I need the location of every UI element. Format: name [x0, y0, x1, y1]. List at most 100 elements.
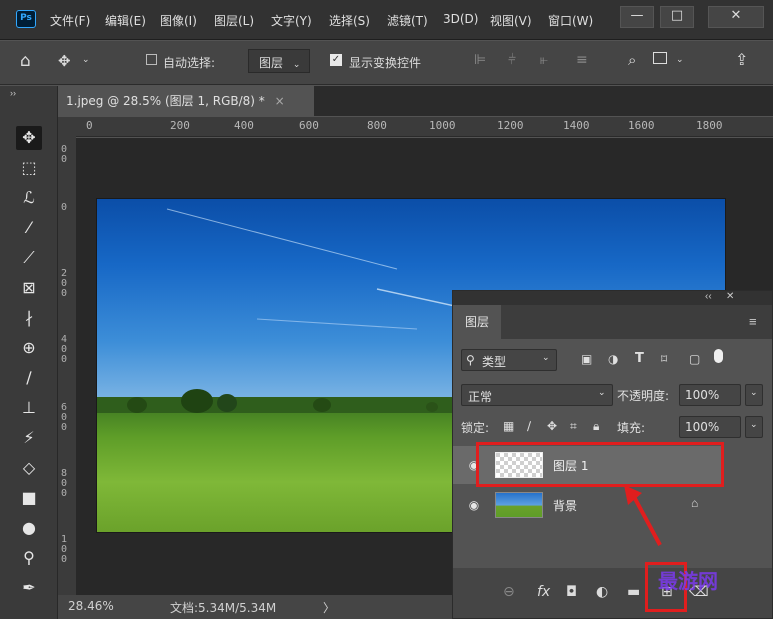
filter-type-icon[interactable]: T [635, 351, 644, 366]
layer-row-layer-1[interactable]: ◉ 图层 1 [453, 446, 723, 484]
show-transform-label: 显示变换控件 [349, 56, 422, 70]
document-tab[interactable]: 1.jpeg @ 28.5% (图层 1, RGB/8) * × [58, 86, 314, 116]
frame-tool-icon[interactable]: ⊠ [16, 276, 42, 300]
document-size: 文档:5.34M/5.34M [170, 601, 277, 615]
vertical-ruler[interactable]: 0 0 0 2 0 0 4 0 0 6 0 0 8 0 0 1 0 0 [58, 137, 76, 595]
blend-mode-dropdown[interactable]: 正常 ⌄ [461, 384, 613, 406]
ruler-label: 1800 [696, 119, 723, 132]
filter-adjustment-icon[interactable]: ◑ [608, 352, 618, 366]
chevron-down-icon: ⌄ [750, 420, 758, 430]
menu-layer[interactable]: 图层(L) [214, 12, 254, 29]
lock-label: 锁定: [461, 421, 490, 435]
ruler-label: 200 [170, 119, 190, 132]
layer-row-background[interactable]: ◉ 背景 ⌂ [453, 486, 723, 524]
align-right-icon[interactable]: ⫦ [540, 52, 548, 68]
crop-tool-icon[interactable]: ⟋ [16, 246, 42, 270]
marquee-tool-icon[interactable]: ⬚ [16, 156, 42, 180]
lock-artboard-icon[interactable]: ⌗ [570, 419, 577, 434]
align-left-icon[interactable]: ⊫ [474, 52, 486, 68]
filter-pixel-icon[interactable]: ▣ [581, 352, 592, 366]
menu-view[interactable]: 视图(V) [490, 12, 532, 29]
align-center-icon[interactable]: ⫩ [508, 52, 516, 68]
ruler-label: 2 0 0 [61, 268, 68, 299]
tool-preset-chevron-icon[interactable]: ⌄ [82, 55, 90, 65]
auto-select-target-dropdown[interactable]: 图层 ⌄ [248, 49, 310, 73]
blend-mode-value: 正常 [468, 390, 493, 404]
lasso-tool-icon[interactable]: ℒ [16, 186, 42, 210]
history-brush-icon[interactable]: ⚡ [16, 426, 42, 450]
close-panel-icon[interactable]: ✕ [726, 291, 734, 302]
panel-menu-icon[interactable]: ≡ [749, 314, 757, 329]
add-mask-icon[interactable]: ◘ [566, 584, 577, 600]
share-icon[interactable]: ⇪ [735, 50, 748, 69]
brush-tool-icon[interactable]: ∕ [16, 366, 42, 390]
fill-input[interactable]: 100% [679, 416, 741, 438]
workspace-icon[interactable] [653, 52, 667, 64]
opacity-input[interactable]: 100% [679, 384, 741, 406]
search-icon[interactable]: ⌕ [628, 51, 636, 69]
auto-select-checkbox[interactable] [146, 54, 157, 65]
fill-slider-toggle[interactable]: ⌄ [745, 416, 763, 438]
layer-filter-dropdown[interactable]: ⚲ 类型 ⌄ [461, 349, 557, 371]
lock-all-icon[interactable]: 🔒︎ [593, 419, 599, 434]
tab-layers[interactable]: 图层 [453, 305, 501, 339]
menu-3d[interactable]: 3D(D) [443, 12, 478, 26]
opacity-slider-toggle[interactable]: ⌄ [745, 384, 763, 406]
visibility-eye-icon[interactable]: ◉ [467, 498, 481, 512]
layer-style-fx-icon[interactable]: fx [537, 584, 550, 600]
menu-select[interactable]: 选择(S) [329, 12, 370, 29]
ruler-origin[interactable] [58, 117, 76, 137]
move-tool-icon[interactable]: ✥ [16, 126, 42, 150]
chevron-down-icon: ⌄ [598, 388, 606, 398]
distribute-icon[interactable]: ≡ [576, 52, 588, 68]
filter-shape-icon[interactable]: ⌑ [661, 352, 667, 366]
lock-image-icon[interactable]: ∕ [527, 419, 531, 433]
home-icon[interactable]: ⌂ [20, 51, 31, 71]
filter-smart-object-icon[interactable]: ▢ [689, 352, 700, 366]
expand-toolbar-icon[interactable]: ›› [10, 88, 16, 98]
ruler-label: 0 [86, 119, 93, 132]
lock-transparent-icon[interactable]: ▦ [503, 419, 514, 433]
healing-tool-icon[interactable]: ⊕ [16, 336, 42, 360]
opacity-label: 不透明度: [617, 389, 670, 403]
photoshop-logo[interactable]: Ps [16, 10, 36, 28]
eraser-tool-icon[interactable]: ◇ [16, 456, 42, 480]
blur-tool-icon[interactable]: ● [16, 516, 42, 540]
opacity-value: 100% [685, 388, 720, 402]
dodge-tool-icon[interactable]: ⚲ [16, 546, 42, 570]
workspace-chevron-icon[interactable]: ⌄ [676, 55, 684, 65]
ruler-label: 800 [367, 119, 387, 132]
lock-position-icon[interactable]: ✥ [547, 419, 557, 433]
close-tab-icon[interactable]: × [275, 94, 285, 108]
menu-type[interactable]: 文字(Y) [271, 12, 312, 29]
pen-tool-icon[interactable]: ✒ [16, 576, 42, 600]
move-tool-icon[interactable]: ✥ [58, 52, 71, 70]
close-window-button[interactable]: ✕ [708, 6, 764, 28]
menu-window[interactable]: 窗口(W) [548, 12, 593, 29]
eyedropper-tool-icon[interactable]: ∤ [16, 306, 42, 330]
gradient-tool-icon[interactable]: ■ [16, 486, 42, 510]
zoom-level[interactable]: 28.46% [68, 599, 114, 613]
quick-select-tool-icon[interactable]: ⁄ [16, 216, 42, 240]
group-folder-icon[interactable]: ▬ [627, 584, 640, 600]
filter-toggle-switch[interactable] [714, 349, 723, 363]
layer-thumbnail [495, 452, 543, 478]
status-menu-arrow[interactable]: 〉 [323, 599, 335, 616]
menu-file[interactable]: 文件(F) [50, 12, 90, 29]
adjustment-layer-icon[interactable]: ◐ [596, 584, 608, 600]
document-tab-title: 1.jpeg @ 28.5% (图层 1, RGB/8) * [66, 94, 265, 108]
link-layers-icon[interactable]: ⊖ [503, 584, 515, 600]
collapse-panel-icon[interactable]: ‹‹ [705, 291, 712, 302]
horizontal-ruler[interactable]: 0 200 400 600 800 1000 1200 1400 1600 18… [76, 117, 773, 137]
show-transform-checkbox[interactable]: ✓ [330, 54, 342, 66]
layers-panel: ‹‹ ✕ 图层 ≡ ⚲ 类型 ⌄ ▣ ◑ T ⌑ ▢ 正常 ⌄ 不透明度: 10… [452, 290, 773, 619]
ruler-label: 6 0 0 [61, 402, 68, 433]
maximize-button[interactable]: □ [660, 6, 694, 28]
stamp-tool-icon[interactable]: ⊥ [16, 396, 42, 420]
menu-filter[interactable]: 滤镜(T) [387, 12, 428, 29]
menu-image[interactable]: 图像(I) [160, 12, 197, 29]
minimize-button[interactable]: — [620, 6, 654, 28]
visibility-eye-icon[interactable]: ◉ [467, 458, 481, 472]
ruler-label: 400 [234, 119, 254, 132]
menu-edit[interactable]: 编辑(E) [105, 12, 146, 29]
